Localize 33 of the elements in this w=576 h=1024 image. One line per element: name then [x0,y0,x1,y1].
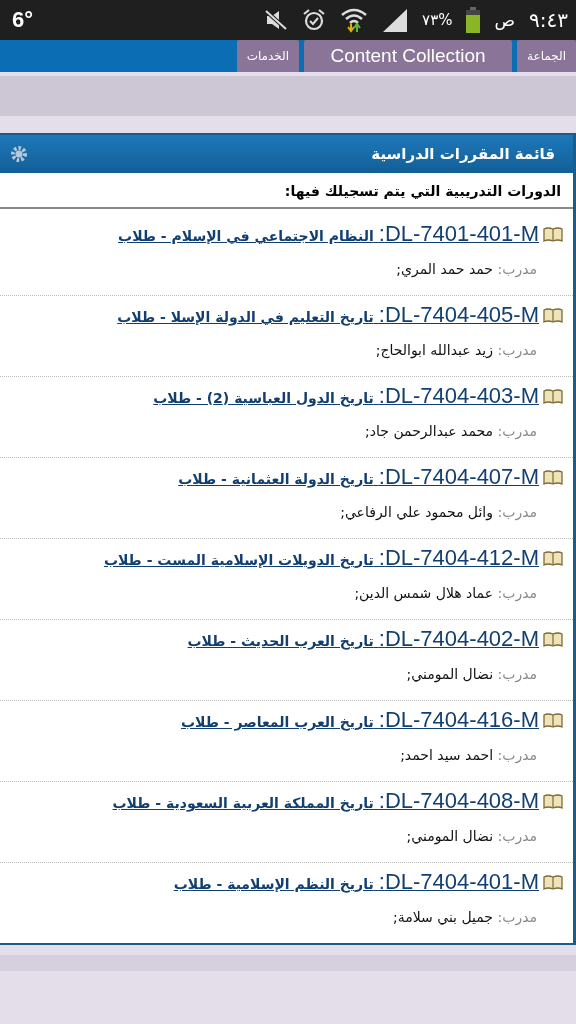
book-icon [543,306,563,324]
instructor-text: مدرب: جميل بني سلامة; [391,909,537,925]
panel-title: قائمة المقررات الدراسية [371,145,555,163]
alarm-icon [302,8,327,32]
instructor-text: مدرب: وائل محمود علي الرفاعي; [339,504,537,520]
instructor-text: مدرب: احمد سيد احمد; [399,747,537,763]
nav-tab[interactable]: Content Collection [304,40,513,72]
clock-time: ٩:٤٣ [529,8,568,32]
book-icon [543,468,563,486]
book-icon [543,387,563,405]
book-icon [543,549,563,567]
book-icon [543,630,563,648]
nav-tab[interactable]: الجماعة [517,40,576,72]
instructor-text: مدرب: نضال المومني; [405,828,537,844]
wifi-icon [340,7,369,33]
panel-subtitle: الدورات التدريبية التي يتم تسجيلك فيها: [0,173,573,209]
battery-icon [466,7,481,33]
gear-icon[interactable] [10,145,28,163]
book-icon [543,711,563,729]
nav-tab[interactable]: الخدمات [236,40,300,72]
instructor-text: مدرب: عماد هلال شمس الدين; [353,585,537,601]
instructor-text: مدرب: نضال المومني; [405,666,537,682]
battery-percent: ٧٣% [422,11,453,29]
instructor-text: مدرب: زيد عبدالله ابوالحاج; [374,342,537,358]
mute-icon [264,9,289,31]
book-icon [543,225,563,243]
book-icon [543,792,563,810]
instructor-text: مدرب: محمد عبدالرحمن جاد; [364,423,537,439]
instructor-text: مدرب: حمد حمد المري; [395,261,537,277]
am-pm: ص [494,10,516,30]
temperature: 6° [12,7,34,33]
book-icon [543,873,563,891]
signal-icon [382,8,409,32]
